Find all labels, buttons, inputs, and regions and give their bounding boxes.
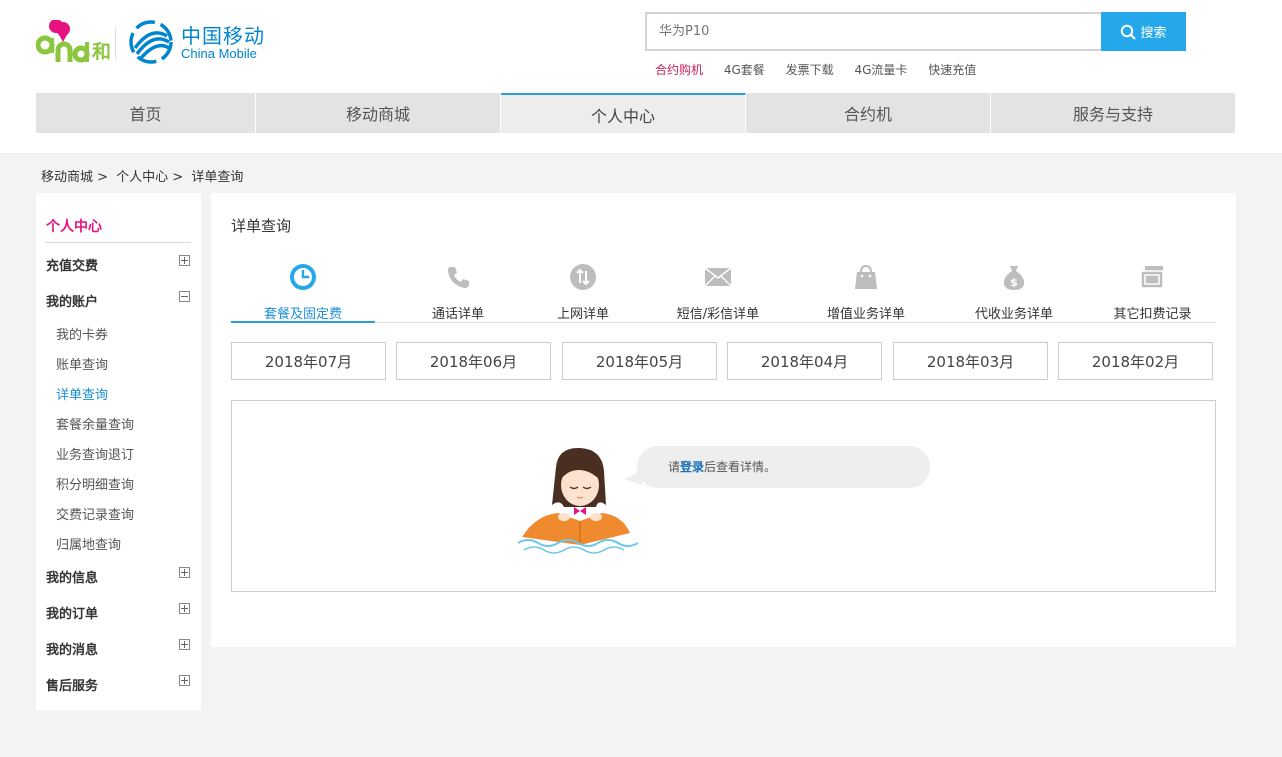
sidebar-item-bill-query[interactable]: 账单查询 [56,354,108,373]
svg-text:$: $ [1010,276,1018,289]
search-icon [1121,24,1137,40]
search-input[interactable] [645,12,1102,51]
tab-package-fixed-fee[interactable]: 套餐及固定费 [231,253,375,323]
sidebar-item-payment-records[interactable]: 交费记录查询 [56,504,134,523]
sidebar-group-messages[interactable]: 我的消息 [46,639,98,658]
sidebar-item-points-detail[interactable]: 积分明细查询 [56,474,134,493]
money-bag-icon: $ [1003,266,1025,290]
expand-plus-icon[interactable] [179,675,190,686]
sidebar-item-location-query[interactable]: 归属地查询 [56,534,121,553]
sidebar: 个人中心 充值交费 我的账户 我的卡券 账单查询 详单查询 套餐余量查询 业务查… [36,193,201,710]
and-he-logo[interactable]: 和 [35,19,114,64]
tab-collection-detail[interactable]: $ 代收业务详单 [939,253,1089,323]
tab-label: 短信/彩信详单 [676,307,760,322]
breadcrumb-current: 详单查询 [191,170,244,185]
data-transfer-icon [570,264,596,290]
nav-personal-center[interactable]: 个人中心 [501,93,746,133]
tab-label: 其它扣费记录 [1113,307,1192,322]
breadcrumb-mall[interactable]: 移动商城 > [41,170,108,185]
collapse-minus-icon[interactable] [179,291,190,302]
search-button[interactable]: 搜索 [1101,12,1186,51]
expand-plus-icon[interactable] [179,255,190,266]
tab-sms-mms-detail[interactable]: 短信/彩信详单 [643,253,793,323]
site-header: 和 中国移动 China Mobile 搜索 合约购机 4G套餐 发票下载 4G… [0,0,1282,153]
search-button-label: 搜索 [1140,26,1167,41]
expand-plus-icon[interactable] [179,567,190,578]
china-mobile-emblem-icon [129,20,173,64]
login-prompt-suffix: 后查看详情。 [704,460,777,474]
phone-icon [448,267,469,288]
month-selector: 2018年07月 2018年06月 2018年05月 2018年04月 2018… [231,342,1214,380]
reading-girl-illustration [518,447,638,554]
sidebar-group-recharge[interactable]: 充值交费 [46,255,98,274]
month-button[interactable]: 2018年04月 [727,342,882,380]
month-button[interactable]: 2018年02月 [1058,342,1213,380]
month-button[interactable]: 2018年06月 [396,342,551,380]
nav-service-support[interactable]: 服务与支持 [991,93,1235,133]
main-nav: 首页 移动商城 个人中心 合约机 服务与支持 [36,93,1235,133]
login-prompt-prefix: 请 [668,460,681,474]
sidebar-group-after-sales[interactable]: 售后服务 [46,675,98,694]
sidebar-title[interactable]: 个人中心 [46,216,102,236]
sidebar-divider [46,242,191,243]
tab-call-detail[interactable]: 通话详单 [393,253,523,323]
record-card-icon [1139,266,1164,289]
month-button[interactable]: 2018年05月 [562,342,717,380]
china-mobile-en: China Mobile [181,46,257,61]
breadcrumb-personal-center[interactable]: 个人中心 > [116,170,183,185]
tab-label: 代收业务详单 [974,307,1053,322]
hot-link-quick-recharge[interactable]: 快速充值 [928,63,976,77]
china-mobile-cn: 中国移动 [181,24,265,48]
nav-home[interactable]: 首页 [36,93,256,133]
pie-clock-icon [290,264,316,290]
tab-other-charges[interactable]: 其它扣费记录 [1089,253,1216,323]
logo-divider [115,27,116,59]
page-title: 详单查询 [231,217,292,235]
china-mobile-logo[interactable]: 中国移动 China Mobile [127,18,277,66]
tab-label: 套餐及固定费 [263,307,342,322]
envelope-icon [704,267,732,287]
breadcrumb: 移动商城 > 个人中心 > 详单查询 [41,166,247,185]
sidebar-group-info[interactable]: 我的信息 [46,567,98,586]
sidebar-item-detail-query[interactable]: 详单查询 [56,384,108,403]
login-link[interactable]: 登录 [680,460,704,474]
detail-result-panel: 请登录后查看详情。 [231,400,1216,592]
month-button[interactable]: 2018年07月 [231,342,386,380]
expand-plus-icon[interactable] [179,603,190,614]
tab-label: 上网详单 [556,307,609,322]
login-prompt-bubble: 请登录后查看详情。 [637,446,930,488]
tab-label: 通话详单 [431,307,484,322]
nav-contract-phone[interactable]: 合约机 [746,93,991,133]
detail-tabs: 套餐及固定费 通话详单 上网详单 短信/彩信详单 增值业务详单 $ 代收业务详单… [231,253,1216,323]
main-content: 详单查询 套餐及固定费 通话详单 上网详单 短信/彩信详单 增值业务详单 $ 代… [211,193,1236,647]
hot-links: 合约购机 4G套餐 发票下载 4G流量卡 快速充值 [655,61,993,78]
sidebar-item-service-unsubscribe[interactable]: 业务查询退订 [56,444,134,463]
tab-value-added-detail[interactable]: 增值业务详单 [791,253,941,323]
sidebar-group-account[interactable]: 我的账户 [46,291,98,310]
shopping-bag-icon [855,264,877,289]
expand-plus-icon[interactable] [179,639,190,650]
hot-link-invoice[interactable]: 发票下载 [786,63,834,77]
hot-link-4g-data-card[interactable]: 4G流量卡 [854,63,907,77]
nav-mall[interactable]: 移动商城 [256,93,501,133]
month-button[interactable]: 2018年03月 [893,342,1048,380]
tab-label: 增值业务详单 [826,307,905,322]
sidebar-item-coupons[interactable]: 我的卡券 [56,324,108,343]
hot-link-4g-plan[interactable]: 4G套餐 [724,63,765,77]
tab-internet-detail[interactable]: 上网详单 [518,253,648,323]
sidebar-group-orders[interactable]: 我的订单 [46,603,98,622]
hot-link-contract-phone[interactable]: 合约购机 [655,63,703,77]
sidebar-item-balance-query[interactable]: 套餐余量查询 [56,414,134,433]
he-logo-text: 和 [92,40,111,63]
